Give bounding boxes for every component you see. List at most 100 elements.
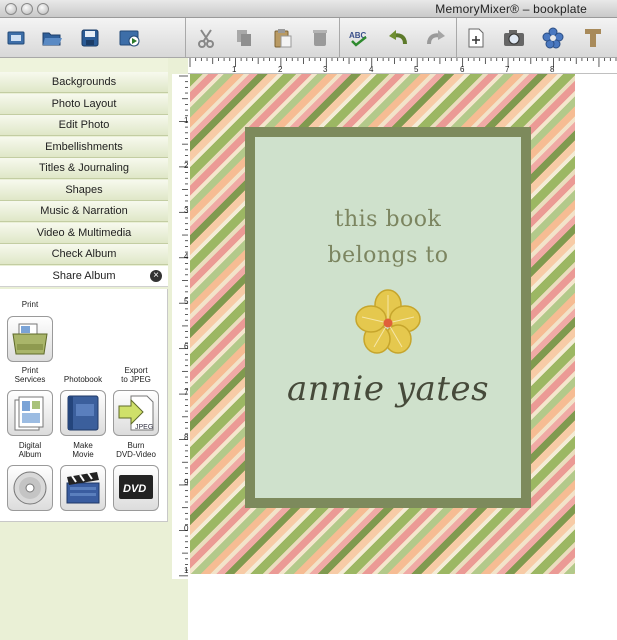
export-jpeg-icon: JPEG xyxy=(118,395,154,431)
sidebar-item-edit-photo[interactable]: Edit Photo xyxy=(0,115,168,136)
cut-scissors-icon[interactable] xyxy=(194,26,218,50)
dvd-icon-text: DVD xyxy=(123,483,146,495)
ruler-number: 8 xyxy=(550,65,555,74)
printer-icon xyxy=(12,323,48,355)
sidebar-item-music-narration[interactable]: Music & Narration xyxy=(0,201,168,222)
sidebar-item-video-multimedia[interactable]: Video & Multimedia xyxy=(0,223,168,244)
flower-embellishment-icon[interactable] xyxy=(352,287,424,359)
copy-icon[interactable] xyxy=(232,26,256,50)
zoom-window-button[interactable] xyxy=(37,3,49,15)
close-panel-icon[interactable]: × xyxy=(150,270,162,282)
ruler-number: 2 xyxy=(184,161,189,170)
ruler-number: 3 xyxy=(184,206,189,215)
burn-dvd-label-line1: Burn xyxy=(127,441,145,450)
make-movie-label-line1: Make xyxy=(73,441,93,450)
burn-dvd-label-line2: DVD-Video xyxy=(116,450,156,459)
photobook-icon xyxy=(67,395,99,431)
print-services-icon xyxy=(14,396,44,431)
paste-icon[interactable] xyxy=(271,26,295,50)
sidebar-item-photo-layout[interactable]: Photo Layout xyxy=(0,94,168,115)
export-jpeg-label-line1: Export xyxy=(124,366,148,375)
new-page-icon[interactable] xyxy=(464,26,488,50)
ruler-number: 8 xyxy=(184,433,189,442)
title-bar: MemoryMixer® – bookplate xyxy=(0,0,617,18)
ruler-number: 5 xyxy=(184,297,189,306)
digital-album-label-line1: Digital xyxy=(18,441,42,450)
make-movie-label: Make Movie xyxy=(55,441,111,459)
close-window-button[interactable] xyxy=(5,3,17,15)
ruler-number: 3 xyxy=(323,65,328,74)
sidebar-item-check-album[interactable]: Check Album xyxy=(0,244,168,265)
print-label: Print xyxy=(21,300,39,309)
new-window-icon[interactable] xyxy=(4,26,28,50)
text-tool-icon[interactable] xyxy=(581,26,605,50)
export-jpeg-label: Export to JPEG xyxy=(108,366,164,384)
bookplate-frame[interactable]: this book belongs to annie yates xyxy=(245,127,531,508)
digital-album-button[interactable] xyxy=(7,465,53,511)
ruler-number: 5 xyxy=(414,65,419,74)
toolbar-separator xyxy=(456,18,457,58)
delete-icon[interactable] xyxy=(308,26,332,50)
ruler-number: 6 xyxy=(460,65,465,74)
open-folder-icon[interactable] xyxy=(40,26,64,50)
ruler-number: 1 xyxy=(232,65,237,74)
bookplate-name[interactable]: annie yates xyxy=(255,369,521,409)
sidebar-item-backgrounds[interactable]: Backgrounds xyxy=(0,72,168,93)
camera-icon[interactable] xyxy=(502,26,526,50)
ruler-number: 1 xyxy=(184,116,189,125)
ruler-number: 7 xyxy=(505,65,510,74)
minimize-window-button[interactable] xyxy=(21,3,33,15)
sidebar-header xyxy=(0,58,188,72)
toolbar-separator xyxy=(185,18,186,58)
print-services-label-line2: Services xyxy=(14,375,46,384)
ruler-number: 4 xyxy=(184,252,189,261)
sidebar-item-share-album[interactable]: Share Album × xyxy=(0,266,168,287)
ruler-number: 6 xyxy=(184,342,189,351)
ruler-number: 0 xyxy=(184,524,189,533)
print-button[interactable] xyxy=(7,316,53,362)
print-services-label-line1: Print xyxy=(21,366,39,375)
dvd-icon: DVD xyxy=(119,475,153,499)
digital-album-label: Digital Album xyxy=(2,441,58,459)
ruler-number: 2 xyxy=(278,65,283,74)
bookplate-panel: this book belongs to annie yates xyxy=(255,137,521,498)
clapperboard-icon xyxy=(66,472,100,504)
flower-icon[interactable] xyxy=(541,26,565,50)
redo-icon[interactable] xyxy=(424,26,448,50)
ruler-number: 7 xyxy=(184,388,189,397)
workspace-margin-bottom xyxy=(188,574,617,640)
burn-dvd-label: Burn DVD-Video xyxy=(108,441,164,459)
sidebar-item-shapes[interactable]: Shapes xyxy=(0,180,168,201)
share-album-panel: Print Print Services Photobook Export to… xyxy=(0,289,168,522)
slideshow-icon[interactable] xyxy=(118,26,142,50)
spellcheck-icon[interactable]: ABC xyxy=(348,26,372,50)
toolbar-separator xyxy=(339,18,340,58)
cd-disc-icon xyxy=(13,471,47,505)
toolbar: ABC xyxy=(0,18,617,58)
vertical-ruler: 1 2 3 4 5 6 7 8 9 0 1 xyxy=(172,74,188,579)
make-movie-label-line2: Movie xyxy=(72,450,94,459)
horizontal-ruler: 1 2 3 4 5 6 7 8 xyxy=(188,58,617,74)
photobook-label: Photobook xyxy=(63,375,103,384)
ruler-number: 4 xyxy=(369,65,374,74)
jpeg-icon-text: JPEG xyxy=(135,424,153,431)
make-movie-button[interactable] xyxy=(60,465,106,511)
print-services-label: Print Services xyxy=(2,366,58,384)
ruler-number: 9 xyxy=(184,478,189,487)
sidebar-item-embellishments[interactable]: Embellishments xyxy=(0,137,168,158)
sidebar-item-titles-journaling[interactable]: Titles & Journaling xyxy=(0,158,168,179)
window-title: MemoryMixer® – bookplate xyxy=(435,2,587,16)
sidebar: Backgrounds Photo Layout Edit Photo Embe… xyxy=(0,58,188,640)
vertical-ruler-ticks xyxy=(179,75,188,577)
export-jpeg-label-line2: to JPEG xyxy=(121,375,151,384)
print-services-button[interactable] xyxy=(7,390,53,436)
undo-icon[interactable] xyxy=(386,26,410,50)
photobook-button[interactable] xyxy=(60,390,106,436)
export-jpeg-button[interactable]: JPEG xyxy=(113,390,159,436)
burn-dvd-button[interactable]: DVD xyxy=(113,465,159,511)
bookplate-line1[interactable]: this book xyxy=(255,207,521,232)
page-canvas[interactable]: this book belongs to annie yates xyxy=(190,74,575,574)
app-window: MemoryMixer® – bookplate ABC Backgrounds… xyxy=(0,0,617,640)
bookplate-line2[interactable]: belongs to xyxy=(255,243,521,268)
save-disk-icon[interactable] xyxy=(78,26,102,50)
